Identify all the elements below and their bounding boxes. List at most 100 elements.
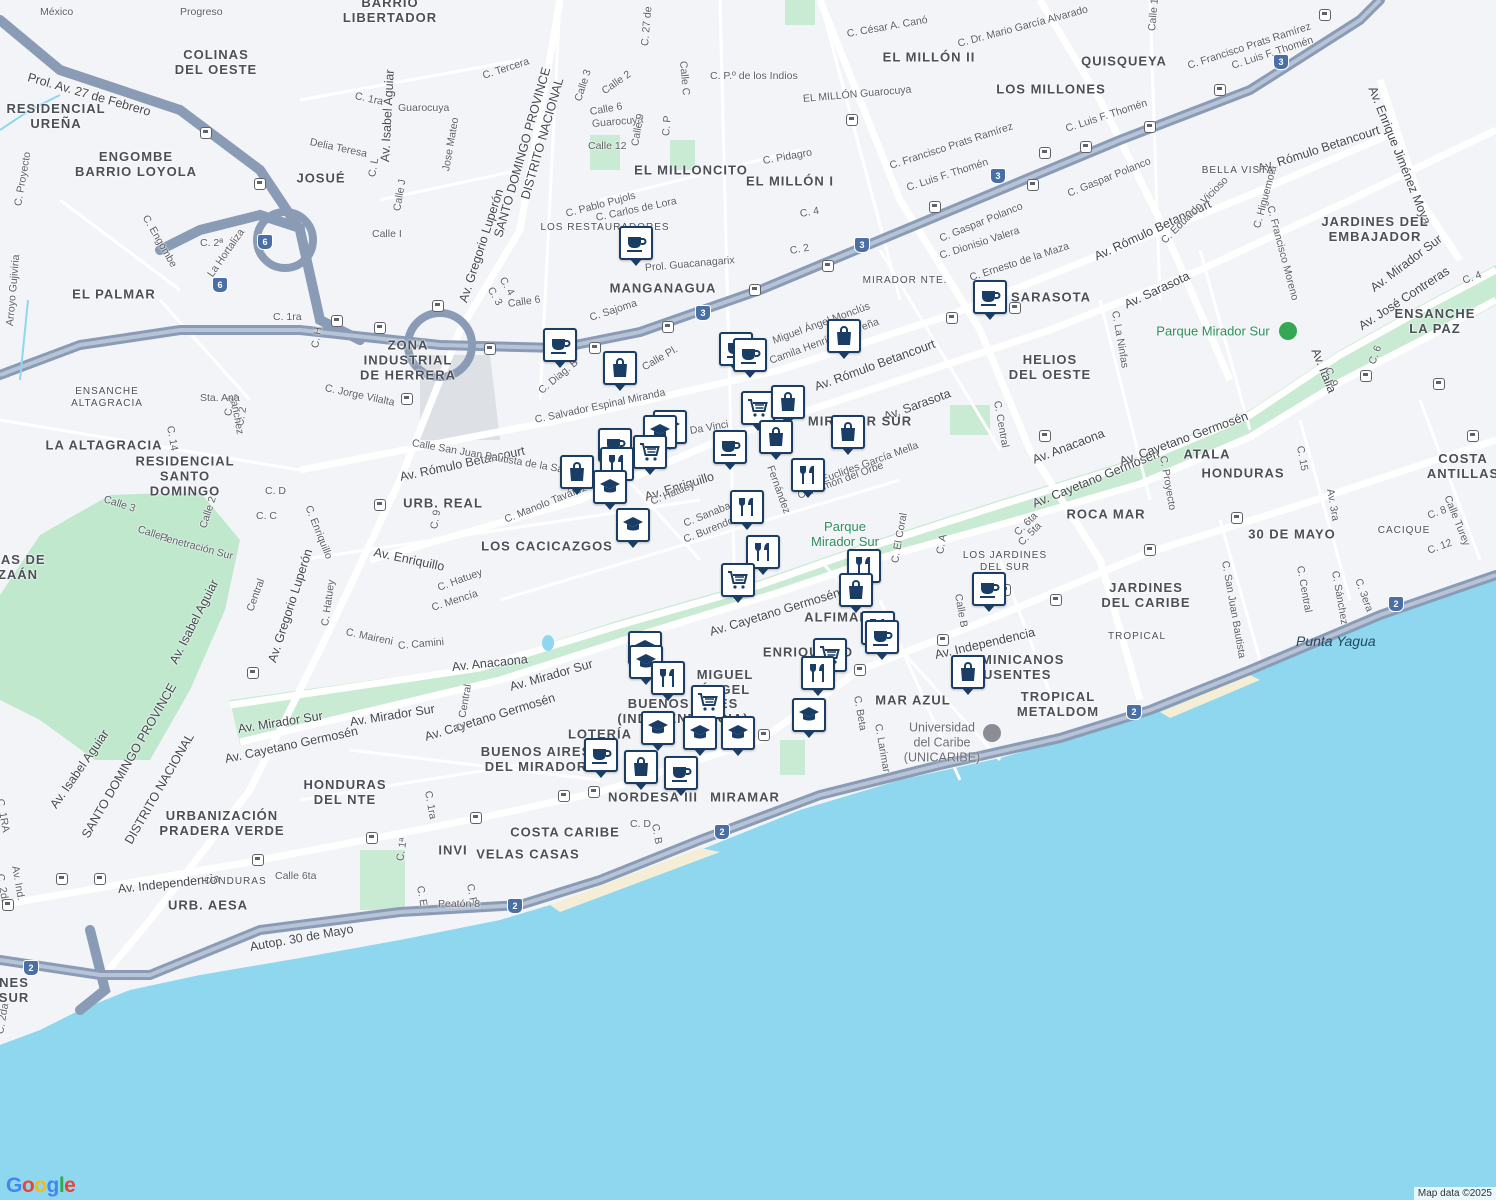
bus-stop-icon[interactable] <box>247 667 259 679</box>
street-label: Peatón 8 <box>438 898 481 910</box>
restaurant-icon <box>656 666 680 690</box>
cafe-icon <box>870 625 894 649</box>
cafe-pin[interactable] <box>543 328 577 368</box>
school-pin[interactable] <box>641 711 675 751</box>
bus-stop-icon[interactable] <box>749 284 761 296</box>
bus-stop-icon[interactable] <box>94 873 106 885</box>
university-label[interactable]: Universidad del Caribe (UNICARIBE) <box>904 721 980 766</box>
restaurant-pin[interactable] <box>730 490 764 530</box>
bus-stop-icon[interactable] <box>588 786 600 798</box>
bus-stop-icon[interactable] <box>662 321 674 333</box>
bus-stop-icon[interactable] <box>470 812 482 824</box>
shop-pin[interactable] <box>624 750 658 790</box>
bus-stop-icon[interactable] <box>374 499 386 511</box>
bus-stop-icon[interactable] <box>252 854 264 866</box>
bus-stop-icon[interactable] <box>854 664 866 676</box>
grocery-pin[interactable] <box>721 563 755 603</box>
bus-stop-icon[interactable] <box>200 127 212 139</box>
restaurant-pin[interactable] <box>801 656 835 696</box>
neighborhood-label: EL PALMAR <box>72 286 156 302</box>
park-pin-icon[interactable] <box>1279 322 1297 340</box>
bus-stop-icon[interactable] <box>1214 84 1226 96</box>
university-pin-icon[interactable] <box>983 724 1001 742</box>
shop-pin[interactable] <box>831 415 865 455</box>
bus-stop-icon[interactable] <box>589 342 601 354</box>
area-label: BELLA VISTA <box>1201 165 1275 176</box>
neighborhood-label: ENSANCHE LA PAZ <box>1394 306 1476 336</box>
bus-stop-icon[interactable] <box>929 201 941 213</box>
school-icon <box>621 513 645 537</box>
bus-stop-icon[interactable] <box>1231 512 1243 524</box>
school-pin[interactable] <box>721 716 755 756</box>
google-logo: Google <box>6 1174 76 1197</box>
bus-stop-icon[interactable] <box>401 393 413 405</box>
bus-stop-icon[interactable] <box>1009 302 1021 314</box>
park-label[interactable]: Parque Mirador Sur <box>811 519 879 549</box>
cafe-pin[interactable] <box>713 430 747 470</box>
bus-stop-icon[interactable] <box>374 322 386 334</box>
bus-stop-icon[interactable] <box>366 832 378 844</box>
bus-stop-icon[interactable] <box>758 729 770 741</box>
bus-stop-icon[interactable] <box>1027 179 1039 191</box>
street-label: C. C <box>256 510 277 522</box>
bus-stop-icon[interactable] <box>1050 594 1062 606</box>
shop-pin[interactable] <box>951 655 985 695</box>
cafe-pin[interactable] <box>664 756 698 796</box>
shop-pin[interactable] <box>771 385 805 425</box>
bus-stop-icon[interactable] <box>2 899 14 911</box>
street-label: Sta. Ana <box>200 392 240 404</box>
grocery-pin[interactable] <box>633 435 667 475</box>
cafe-pin[interactable] <box>972 572 1006 612</box>
bus-stop-icon[interactable] <box>1039 430 1051 442</box>
bus-stop-icon[interactable] <box>56 873 68 885</box>
bus-stop-icon[interactable] <box>254 178 266 190</box>
shop-pin[interactable] <box>603 351 637 391</box>
bus-stop-icon[interactable] <box>1467 430 1479 442</box>
park-label[interactable]: Parque Mirador Sur <box>1156 324 1269 339</box>
cafe-pin[interactable] <box>584 738 618 778</box>
cafe-pin[interactable] <box>733 338 767 378</box>
neighborhood-label: ROCA MAR <box>1066 506 1146 522</box>
cafe-pin[interactable] <box>619 226 653 266</box>
highway-shield: 2 <box>714 824 730 840</box>
neighborhood-label: URB. AESA <box>167 897 249 913</box>
school-pin[interactable] <box>792 698 826 738</box>
bus-stop-icon[interactable] <box>846 114 858 126</box>
map-canvas[interactable]: Prol. Av. 27 de Febrero Av. Rómulo Betanc… <box>0 0 1496 1200</box>
restaurant-pin[interactable] <box>651 661 685 701</box>
cafe-pin[interactable] <box>973 280 1007 320</box>
bus-stop-icon[interactable] <box>937 634 949 646</box>
grocery-icon <box>696 690 720 714</box>
school-pin[interactable] <box>683 716 717 756</box>
bus-stop-icon[interactable] <box>1360 370 1372 382</box>
bus-stop-icon[interactable] <box>822 260 834 272</box>
bus-stop-icon[interactable] <box>1039 147 1051 159</box>
neighborhood-label: BARRIO LIBERTADOR <box>342 0 438 25</box>
shop-pin[interactable] <box>839 573 873 613</box>
bus-stop-icon[interactable] <box>484 343 496 355</box>
school-pin[interactable] <box>593 470 627 510</box>
bus-stop-icon[interactable] <box>946 312 958 324</box>
highway-shield: 6 <box>257 234 273 250</box>
bus-stop-icon[interactable] <box>1080 141 1092 153</box>
school-pin[interactable] <box>616 508 650 548</box>
bus-stop-icon[interactable] <box>558 790 570 802</box>
cafe-pin[interactable] <box>865 620 899 660</box>
map-attribution[interactable]: Map data ©2025 <box>1413 1187 1496 1200</box>
grocery-pin[interactable] <box>691 685 725 725</box>
shop-pin[interactable] <box>827 319 861 359</box>
shop-pin[interactable] <box>560 455 594 495</box>
bus-stop-icon[interactable] <box>1144 544 1156 556</box>
bus-stop-icon[interactable] <box>1433 378 1445 390</box>
neighborhood-label: EL MILLÓN I <box>745 173 835 189</box>
bus-stop-icon[interactable] <box>1319 9 1331 21</box>
highway-shield: 3 <box>1273 54 1289 70</box>
bus-stop-icon[interactable] <box>1144 121 1156 133</box>
school-icon <box>726 721 750 745</box>
neighborhood-label: MIRAMAR <box>710 789 780 805</box>
bus-stop-icon[interactable] <box>432 300 444 312</box>
shop-pin[interactable] <box>759 420 793 460</box>
neighborhood-label: COSTA CARIBE <box>510 824 620 840</box>
restaurant-pin[interactable] <box>791 458 825 498</box>
bus-stop-icon[interactable] <box>331 315 343 327</box>
